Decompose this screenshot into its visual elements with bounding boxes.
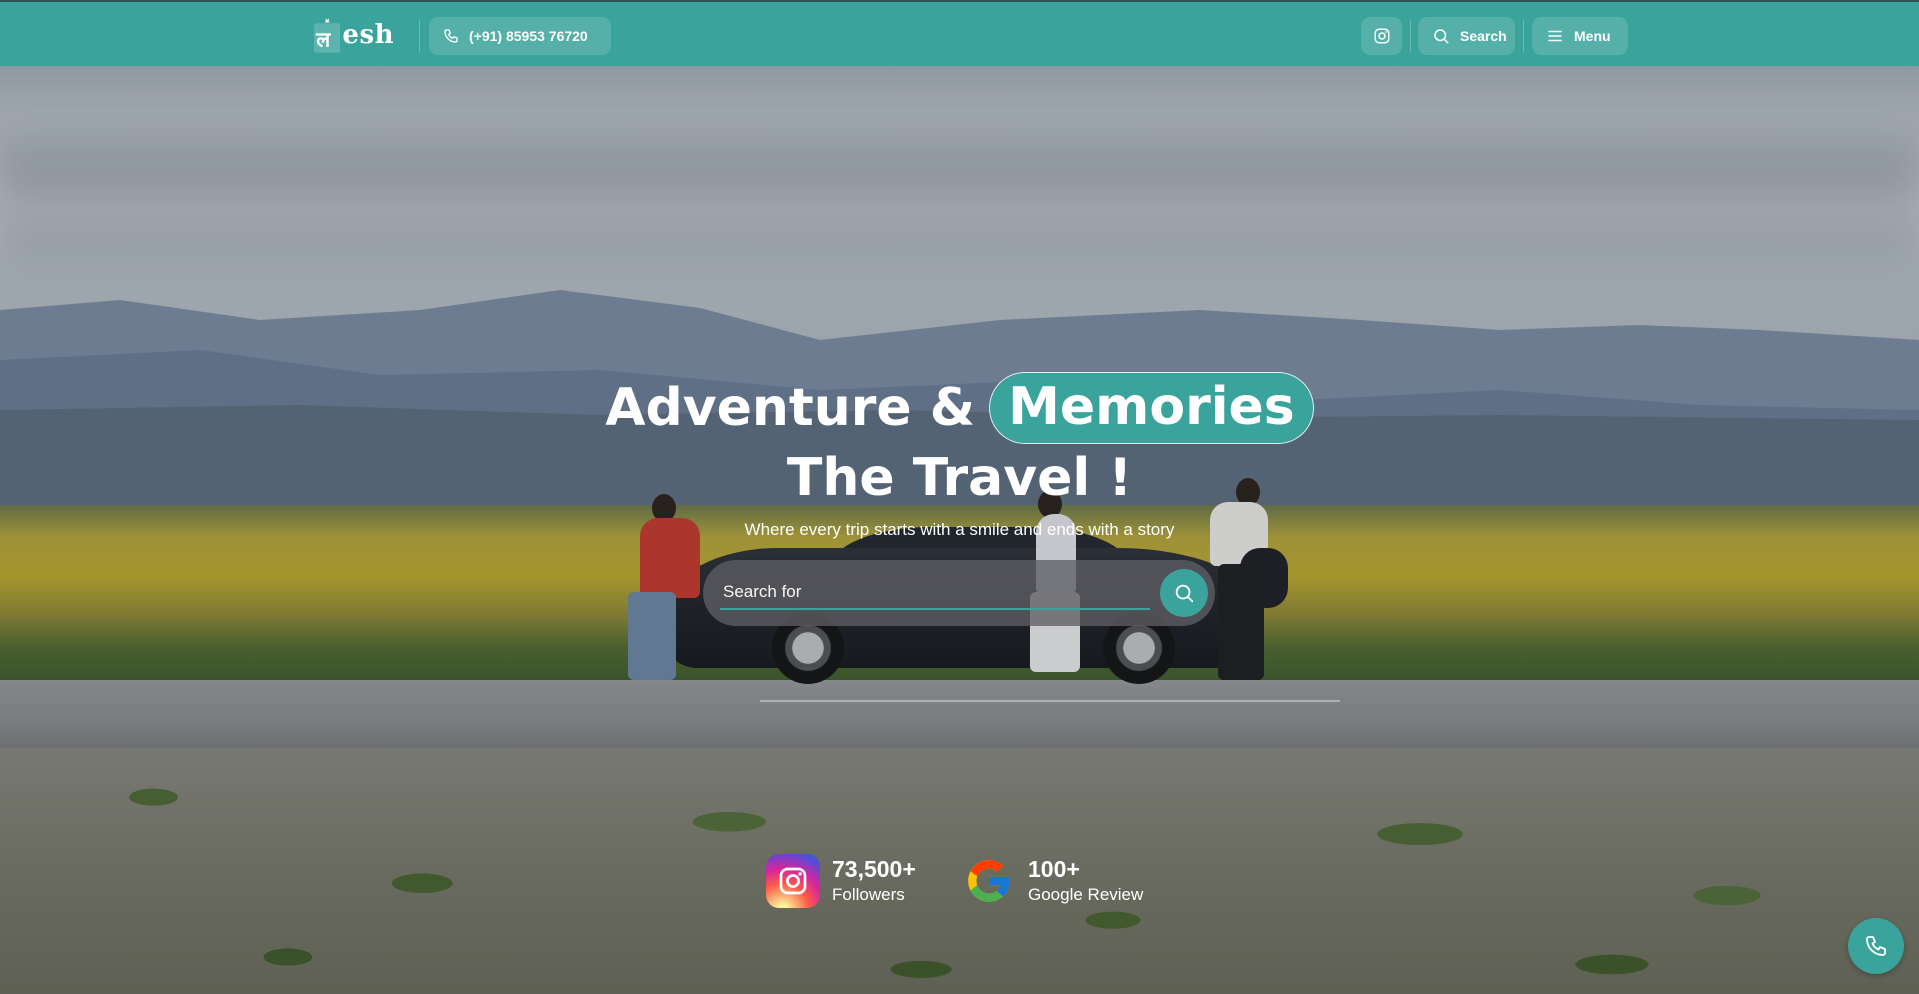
stat-number: 100+: [1028, 856, 1080, 882]
svg-text:ल: ल: [315, 28, 331, 52]
instagram-followers-stat[interactable]: 73,500+ Followers: [766, 852, 916, 910]
hero-search-input[interactable]: [720, 576, 1150, 610]
nav-divider: [1523, 20, 1524, 52]
stat-text: 100+ Google Review: [1028, 856, 1143, 906]
headline-highlight: Memories: [989, 372, 1314, 444]
hero-subtitle: Where every trip starts with a smile and…: [744, 520, 1175, 539]
phone-number: (+91) 85953 76720: [469, 28, 588, 44]
google-icon: [962, 854, 1016, 908]
hero-search-box: [703, 560, 1215, 626]
headline-text: Adventure &: [605, 378, 976, 438]
nav-divider: [419, 20, 420, 52]
hero-search-submit-button[interactable]: [1160, 569, 1208, 617]
site-logo[interactable]: ल esh: [314, 8, 394, 62]
instagram-icon: [1374, 28, 1389, 44]
stat-label: Google Review: [1028, 885, 1144, 904]
phone-icon: [1866, 936, 1886, 956]
hamburger-icon: [1548, 30, 1562, 42]
phone-button[interactable]: (+91) 85953 76720: [429, 17, 611, 55]
search-icon: [1175, 584, 1194, 603]
stat-number: 73,500+: [832, 856, 916, 882]
stat-text: 73,500+ Followers: [832, 856, 916, 906]
logo-mark-icon: ल: [314, 18, 341, 53]
nav-divider: [1410, 20, 1411, 52]
top-navbar: ल esh (+91) 85953 76720 Search Menu: [0, 0, 1919, 66]
floating-call-button[interactable]: [1848, 918, 1904, 974]
headline-line-1: Adventure & Memories: [0, 370, 1919, 446]
menu-button-label: Menu: [1574, 28, 1611, 44]
search-button-label: Search: [1460, 28, 1507, 44]
stat-label: Followers: [832, 885, 905, 904]
phone-icon: [444, 29, 458, 43]
instagram-icon: [766, 854, 820, 908]
headline-line-2: The Travel !: [786, 448, 1133, 508]
menu-button[interactable]: Menu: [1532, 17, 1628, 55]
hero-headline: Adventure & Memories The Travel !: [0, 370, 1919, 510]
logo-text: esh: [342, 20, 394, 50]
search-button[interactable]: Search: [1418, 17, 1515, 55]
instagram-button[interactable]: [1361, 17, 1402, 55]
google-review-stat[interactable]: 100+ Google Review: [962, 852, 1143, 910]
search-icon: [1434, 29, 1449, 44]
